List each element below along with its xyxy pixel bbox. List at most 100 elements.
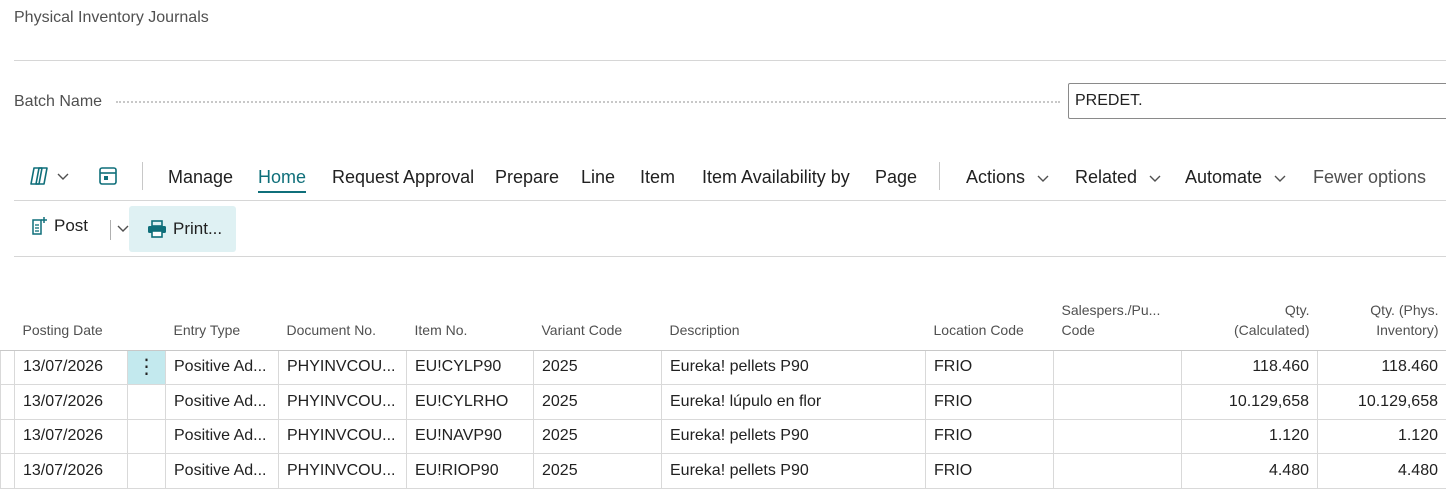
post-dropdown-button[interactable] bbox=[116, 219, 130, 244]
cell-salesperson-code[interactable] bbox=[1053, 453, 1182, 489]
cell-document-no[interactable]: PHYINVCOU... bbox=[278, 350, 407, 385]
post-button[interactable]: Post bbox=[30, 216, 88, 236]
header-salesperson-line2: Code bbox=[1061, 321, 1095, 338]
cell-qty-phys-inventory[interactable]: 118.460 bbox=[1317, 350, 1446, 385]
row-actions-button[interactable] bbox=[127, 384, 166, 420]
menu-actions-label: Actions bbox=[966, 167, 1026, 187]
cell-description[interactable]: Eureka! pellets P90 bbox=[661, 453, 926, 489]
menu-related-label: Related bbox=[1075, 167, 1138, 187]
header-entry-type[interactable]: Entry Type bbox=[165, 295, 279, 351]
cell-description[interactable]: Eureka! pellets P90 bbox=[661, 419, 926, 454]
header-qty-calculated[interactable]: Qty. (Calculated) bbox=[1181, 295, 1318, 351]
home-action-bar: Post Print... bbox=[14, 201, 1446, 257]
cell-variant-code[interactable]: 2025 bbox=[533, 453, 662, 489]
copilot-menu-button[interactable] bbox=[28, 165, 70, 187]
cell-posting-date[interactable]: 13/07/2026 bbox=[14, 453, 128, 489]
menu-page[interactable]: Page bbox=[875, 167, 917, 188]
cell-description[interactable]: Eureka! pellets P90 bbox=[661, 350, 926, 385]
field-leader-dots bbox=[116, 101, 1060, 103]
menu-item-availability-by[interactable]: Item Availability by bbox=[702, 167, 850, 188]
chevron-down-icon bbox=[57, 173, 69, 180]
cell-qty-phys-inventory[interactable]: 10.129,658 bbox=[1317, 384, 1446, 420]
cell-description[interactable]: Eureka! lúpulo en flor bbox=[661, 384, 926, 420]
cell-variant-code[interactable]: 2025 bbox=[533, 350, 662, 385]
header-qty-phys-line2: Inventory) bbox=[1376, 321, 1439, 338]
row-marker bbox=[0, 384, 15, 420]
header-location-code[interactable]: Location Code bbox=[925, 295, 1054, 351]
personalize-icon bbox=[99, 167, 117, 185]
cell-item-no[interactable]: EU!CYLRHO bbox=[406, 384, 534, 420]
menu-automate[interactable]: Automate bbox=[1185, 167, 1287, 188]
header-item-no[interactable]: Item No. bbox=[406, 295, 534, 351]
cell-salesperson-code[interactable] bbox=[1053, 384, 1182, 420]
cell-posting-date[interactable]: 13/07/2026 bbox=[14, 419, 128, 454]
row-actions-button[interactable] bbox=[127, 419, 166, 454]
cell-posting-date[interactable]: 13/07/2026 bbox=[14, 384, 128, 420]
cell-variant-code[interactable]: 2025 bbox=[533, 384, 662, 420]
cell-document-no[interactable]: PHYINVCOU... bbox=[278, 419, 407, 454]
table-row[interactable]: 13/07/2026 Positive Ad... PHYINVCOU... E… bbox=[0, 419, 1446, 454]
row-marker bbox=[0, 453, 15, 489]
cell-salesperson-code[interactable] bbox=[1053, 350, 1182, 385]
grid-header-row: Posting Date Entry Type Document No. Ite… bbox=[0, 295, 1446, 351]
header-qty-calculated-line2: (Calculated) bbox=[1234, 321, 1310, 338]
print-button[interactable]: Print... bbox=[129, 206, 236, 252]
table-row[interactable]: 13/07/2026 ⋮ Positive Ad... PHYINVCOU...… bbox=[0, 350, 1446, 385]
journal-lines-grid: Posting Date Entry Type Document No. Ite… bbox=[0, 295, 1446, 489]
cell-qty-phys-inventory[interactable]: 4.480 bbox=[1317, 453, 1446, 489]
cell-entry-type[interactable]: Positive Ad... bbox=[165, 384, 279, 420]
table-row[interactable]: 13/07/2026 Positive Ad... PHYINVCOU... E… bbox=[0, 453, 1446, 489]
more-vertical-icon: ⋮ bbox=[136, 355, 157, 378]
chevron-down-icon bbox=[1037, 175, 1049, 182]
cell-document-no[interactable]: PHYINVCOU... bbox=[278, 384, 407, 420]
menu-manage[interactable]: Manage bbox=[168, 167, 233, 188]
row-actions-button[interactable]: ⋮ bbox=[127, 350, 166, 385]
menu-item[interactable]: Item bbox=[640, 167, 675, 188]
row-marker bbox=[0, 350, 15, 385]
cell-item-no[interactable]: EU!CYLP90 bbox=[406, 350, 534, 385]
menu-actions[interactable]: Actions bbox=[966, 167, 1050, 188]
menu-separator bbox=[142, 162, 143, 190]
header-row-actions bbox=[127, 295, 166, 351]
menu-related[interactable]: Related bbox=[1075, 167, 1162, 188]
header-salesperson-code[interactable]: Salespers./Pu... Code bbox=[1053, 295, 1182, 351]
cell-item-no[interactable]: EU!NAVP90 bbox=[406, 419, 534, 454]
chevron-down-icon bbox=[117, 225, 129, 232]
cell-location-code[interactable]: FRIO bbox=[925, 419, 1054, 454]
header-variant-code[interactable]: Variant Code bbox=[533, 295, 662, 351]
menu-line[interactable]: Line bbox=[581, 167, 615, 188]
menu-request-approval[interactable]: Request Approval bbox=[332, 167, 474, 188]
header-posting-date[interactable]: Posting Date bbox=[14, 295, 128, 351]
cell-item-no[interactable]: EU!RIOP90 bbox=[406, 453, 534, 489]
title-divider bbox=[14, 60, 1446, 61]
cell-location-code[interactable]: FRIO bbox=[925, 350, 1054, 385]
header-salesperson-line1: Salespers./Pu... bbox=[1061, 301, 1161, 318]
menu-home[interactable]: Home bbox=[258, 167, 307, 193]
post-button-label: Post bbox=[54, 216, 89, 235]
menu-separator bbox=[939, 162, 940, 190]
header-document-no[interactable]: Document No. bbox=[278, 295, 407, 351]
cell-salesperson-code[interactable] bbox=[1053, 419, 1182, 454]
cell-qty-phys-inventory[interactable]: 1.120 bbox=[1317, 419, 1446, 454]
post-icon bbox=[32, 217, 47, 235]
table-row[interactable]: 13/07/2026 Positive Ad... PHYINVCOU... E… bbox=[0, 384, 1446, 420]
header-description[interactable]: Description bbox=[661, 295, 926, 351]
page-title: Physical Inventory Journals bbox=[14, 9, 209, 26]
menu-prepare[interactable]: Prepare bbox=[495, 167, 559, 188]
cell-location-code[interactable]: FRIO bbox=[925, 453, 1054, 489]
cell-entry-type[interactable]: Positive Ad... bbox=[165, 419, 279, 454]
cell-entry-type[interactable]: Positive Ad... bbox=[165, 350, 279, 385]
row-actions-button[interactable] bbox=[127, 453, 166, 489]
header-qty-phys-inventory[interactable]: Qty. (Phys. Inventory) bbox=[1317, 295, 1446, 351]
cell-document-no[interactable]: PHYINVCOU... bbox=[278, 453, 407, 489]
personalize-button[interactable] bbox=[98, 165, 118, 187]
header-qty-calculated-line1: Qty. bbox=[1284, 301, 1310, 318]
cell-entry-type[interactable]: Positive Ad... bbox=[165, 453, 279, 489]
cell-posting-date[interactable]: 13/07/2026 bbox=[14, 350, 128, 385]
chevron-down-icon bbox=[1274, 175, 1286, 182]
fewer-options-button[interactable]: Fewer options bbox=[1313, 167, 1426, 188]
cell-location-code[interactable]: FRIO bbox=[925, 384, 1054, 420]
print-button-label: Print... bbox=[173, 219, 223, 238]
cell-variant-code[interactable]: 2025 bbox=[533, 419, 662, 454]
batch-name-input[interactable] bbox=[1068, 83, 1446, 119]
